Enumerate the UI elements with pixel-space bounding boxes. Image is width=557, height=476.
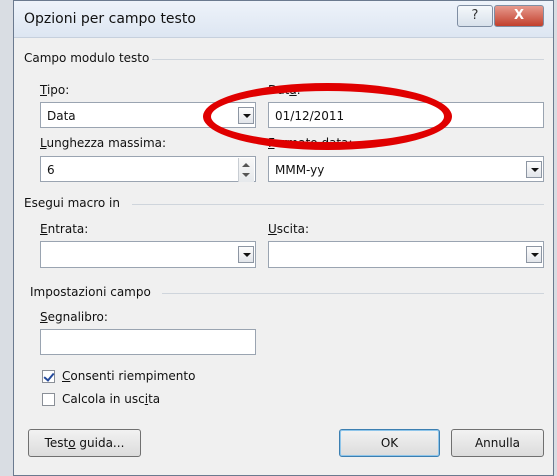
exit-label: Uscita: [268, 222, 310, 236]
section-divider [132, 204, 544, 205]
tipo-value: Data [47, 109, 76, 123]
window-title: Opzioni per campo testo [24, 11, 196, 27]
spinner-buttons[interactable] [238, 158, 254, 182]
section-title-text-field: Campo modulo testo [24, 51, 150, 65]
bookmark-label: Segnalibro: [40, 310, 108, 324]
help-button[interactable]: ? [457, 5, 493, 27]
chevron-down-icon[interactable] [238, 107, 254, 124]
exit-macro-dropdown[interactable] [268, 241, 544, 268]
entry-label: Entrata: [40, 222, 89, 236]
section-divider [152, 59, 544, 60]
cancel-button[interactable]: Annulla [451, 429, 544, 457]
fill-in-label: Consenti riempimento [62, 369, 196, 383]
dialog-window: Opzioni per campo testo ? X Campo modulo… [13, 0, 554, 476]
calc-exit-label: Calcola in uscita [62, 392, 161, 406]
date-format-label: Formato data: [268, 136, 353, 150]
max-length-label: Lunghezza massima: [40, 136, 167, 150]
arrow-down-icon[interactable] [242, 173, 250, 177]
entry-macro-dropdown[interactable] [40, 241, 256, 268]
help-text-button[interactable]: Testo guida... [28, 429, 141, 457]
data-input[interactable]: 01/12/2011 [268, 102, 544, 128]
section-title-macro: Esegui macro in [24, 196, 120, 210]
chevron-down-icon[interactable] [526, 161, 542, 178]
chevron-down-icon[interactable] [526, 246, 542, 263]
date-format-dropdown[interactable]: MMM-yy [268, 156, 544, 182]
data-label: Data: [268, 83, 301, 97]
section-title-field-settings: Impostazioni campo [30, 285, 151, 299]
section-divider [162, 293, 544, 294]
fill-in-checkbox[interactable] [42, 370, 55, 383]
arrow-up-icon[interactable] [242, 163, 250, 167]
tipo-label: Tipo: [40, 83, 70, 97]
chevron-down-icon[interactable] [238, 246, 254, 263]
close-button[interactable]: X [494, 5, 544, 27]
data-value: 01/12/2011 [275, 109, 345, 123]
bookmark-input[interactable] [40, 329, 256, 355]
tipo-dropdown[interactable]: Data [40, 102, 256, 128]
ok-button[interactable]: OK [339, 429, 440, 457]
max-length-value: 6 [47, 163, 55, 177]
title-bar: Opzioni per campo testo ? X [14, 1, 553, 38]
calc-exit-checkbox[interactable] [42, 393, 55, 406]
date-format-value: MMM-yy [275, 163, 325, 177]
max-length-stepper[interactable]: 6 [40, 156, 256, 182]
